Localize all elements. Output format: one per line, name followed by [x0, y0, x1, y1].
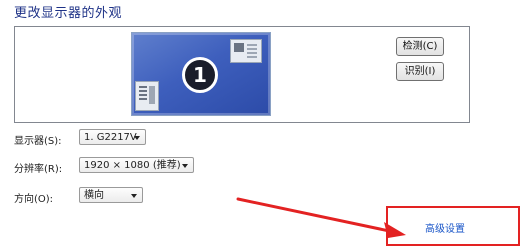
monitor-number-badge: 1 — [182, 57, 218, 93]
page-title: 更改显示器的外观 — [14, 6, 123, 21]
display-label: 显示器(S): — [14, 136, 62, 147]
chevron-down-icon — [131, 194, 137, 198]
chevron-down-icon — [182, 164, 188, 168]
display-settings-panel: 更改显示器的外观 1 检测(C) 识别(I) 显示器(S): 1. G2217V… — [0, 0, 528, 247]
advanced-settings-link[interactable]: 高级设置 — [425, 220, 465, 235]
orientation-select[interactable]: 横向 — [79, 187, 143, 203]
document-thumbnail-icon — [135, 81, 159, 111]
display-select[interactable]: 1. G2217V — [79, 129, 146, 145]
identify-button[interactable]: 识别(I) — [396, 62, 444, 81]
chevron-down-icon — [134, 136, 140, 140]
display-select-value: 1. G2217V — [84, 132, 137, 143]
monitor-1-preview[interactable]: 1 — [131, 32, 271, 116]
resolution-label: 分辨率(R): — [14, 164, 63, 175]
orientation-select-value: 横向 — [84, 190, 104, 201]
resolution-select-value: 1920 × 1080 (推荐) — [84, 160, 181, 171]
orientation-label: 方向(O): — [14, 194, 54, 205]
resolution-select[interactable]: 1920 × 1080 (推荐) — [79, 157, 194, 173]
detect-button[interactable]: 检测(C) — [396, 37, 444, 56]
window-thumbnail-icon — [230, 39, 262, 63]
